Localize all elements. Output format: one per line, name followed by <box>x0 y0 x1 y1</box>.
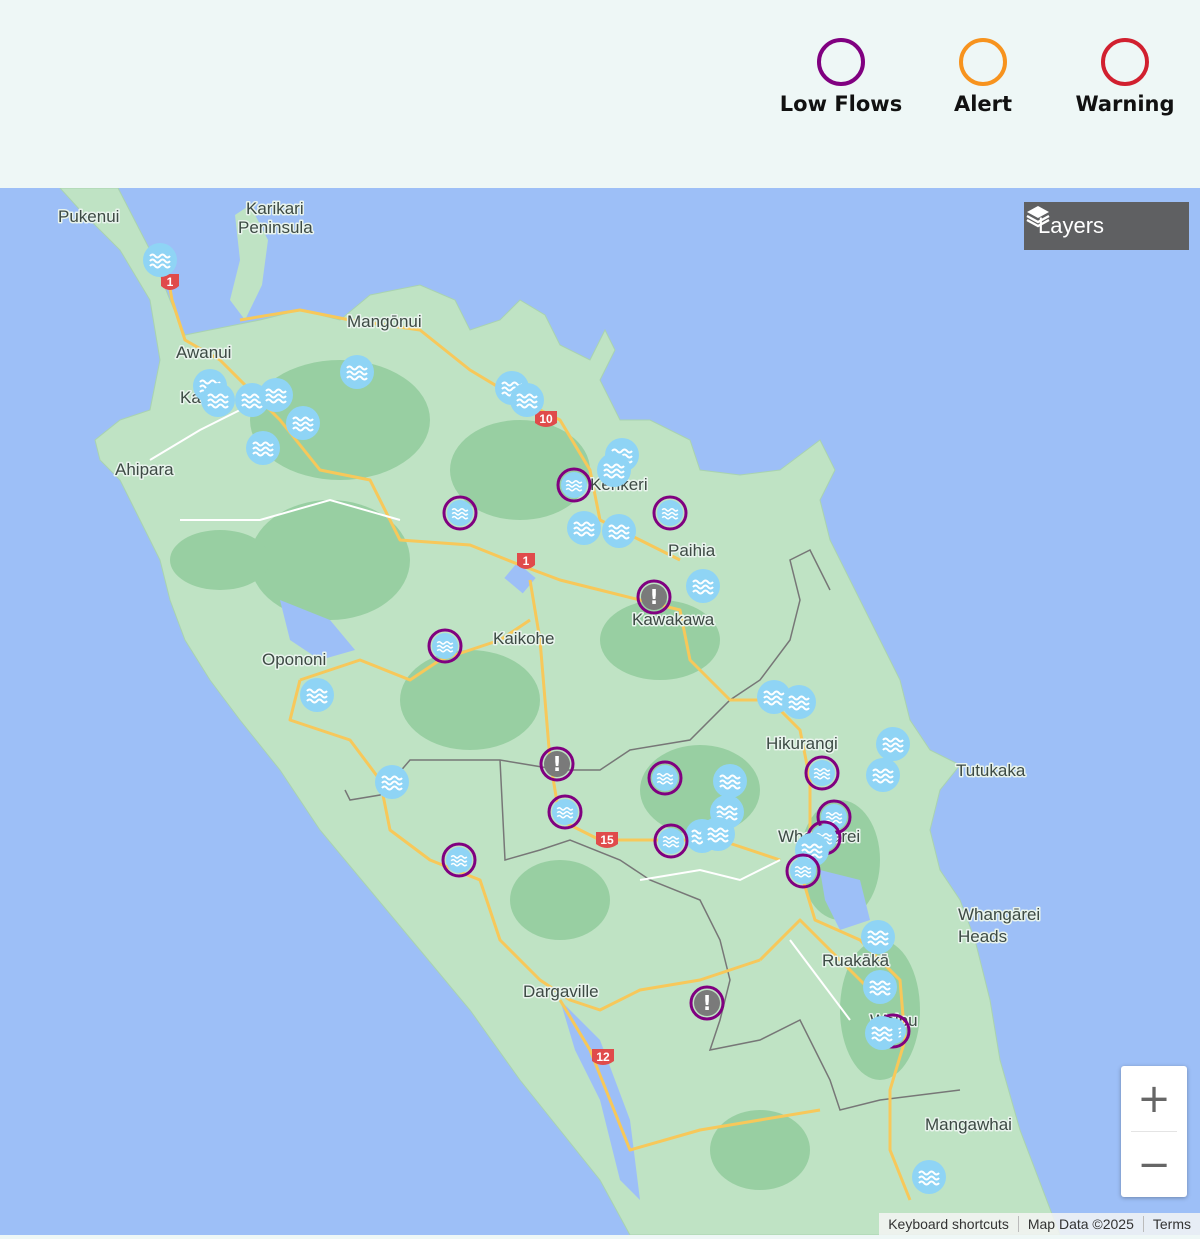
low-flow-marker-icon[interactable] <box>427 628 463 664</box>
map-attribution: Keyboard shortcuts Map Data ©2025 Terms <box>879 1213 1200 1235</box>
legend-warning: Warning <box>1055 38 1195 116</box>
legend-panel: Low Flows Alert Warning <box>0 0 1200 188</box>
low-flows-ring-icon <box>817 38 865 86</box>
keyboard-shortcuts-link[interactable]: Keyboard shortcuts <box>879 1216 1018 1232</box>
place-opononi: Opononi <box>262 650 326 669</box>
place-hikurangi: Hikurangi <box>766 734 838 753</box>
water-station-icon[interactable] <box>602 514 636 548</box>
water-station-icon[interactable] <box>300 678 334 712</box>
terms-link[interactable]: Terms <box>1142 1216 1200 1232</box>
low-flow-marker-icon[interactable] <box>547 794 583 830</box>
place-kaikohe: Kaikohe <box>493 629 554 648</box>
water-station-icon[interactable] <box>510 383 544 417</box>
water-station-icon[interactable] <box>861 920 895 954</box>
svg-text:!: ! <box>552 752 561 776</box>
place-paihia: Paihia <box>668 541 716 560</box>
route-shield-10: 10 <box>535 411 557 427</box>
warning-exclamation-icon[interactable]: ! <box>636 579 672 615</box>
water-station-icon[interactable] <box>143 243 177 277</box>
svg-text:12: 12 <box>596 1050 610 1064</box>
water-station-icon[interactable] <box>286 406 320 440</box>
zoom-out-button[interactable]: − <box>1121 1132 1187 1197</box>
water-station-icon[interactable] <box>340 355 374 389</box>
svg-text:10: 10 <box>539 412 553 426</box>
route-shield-1: 1 <box>517 553 535 569</box>
route-shield-15: 15 <box>596 832 618 848</box>
legend-alert: Alert <box>913 38 1053 116</box>
low-flow-marker-icon[interactable] <box>442 495 478 531</box>
svg-text:!: ! <box>649 585 658 609</box>
low-flow-marker-icon[interactable] <box>653 823 689 859</box>
place-karikari: Karikari <box>246 199 304 218</box>
place-whangarei-heads: Whangārei <box>958 905 1040 924</box>
warning-exclamation-icon[interactable]: ! <box>539 746 575 782</box>
svg-text:1: 1 <box>167 275 174 289</box>
svg-text:15: 15 <box>600 833 614 847</box>
zoom-controls: + − <box>1121 1066 1187 1197</box>
water-station-icon[interactable] <box>259 378 293 412</box>
layers-button[interactable]: Layers <box>1024 202 1189 250</box>
svg-text:1: 1 <box>523 554 530 568</box>
layers-icon <box>1026 206 1050 228</box>
place-dargaville: Dargaville <box>523 982 599 1001</box>
map-canvas[interactable]: Pukenui Karikari Peninsula Mangōnui Awan… <box>0 188 1200 1235</box>
place-ahipara: Ahipara <box>115 460 174 479</box>
legend-label: Low Flows <box>779 92 903 116</box>
svg-text:!: ! <box>702 991 711 1015</box>
map-data-text: Map Data ©2025 <box>1017 1216 1143 1232</box>
low-flow-marker-icon[interactable] <box>647 760 683 796</box>
legend-label: Warning <box>1075 92 1175 116</box>
warning-exclamation-icon[interactable]: ! <box>689 985 725 1021</box>
water-station-icon[interactable] <box>246 431 280 465</box>
water-station-icon[interactable] <box>876 727 910 761</box>
legend-low-flows: Low Flows <box>771 38 911 116</box>
water-station-icon[interactable] <box>713 764 747 798</box>
water-station-icon[interactable] <box>866 758 900 792</box>
place-awanui: Awanui <box>176 343 231 362</box>
low-flow-marker-icon[interactable] <box>785 853 821 889</box>
route-shield-12: 12 <box>592 1049 614 1065</box>
place-mangawhai: Mangawhai <box>925 1115 1012 1134</box>
warning-ring-icon <box>1101 38 1149 86</box>
water-station-icon[interactable] <box>201 383 235 417</box>
water-station-icon[interactable] <box>567 511 601 545</box>
place-tutukaka: Tutukaka <box>956 761 1026 780</box>
place-mangonui: Mangōnui <box>347 312 422 331</box>
water-station-icon[interactable] <box>686 569 720 603</box>
place-kawakawa: Kawakawa <box>632 610 715 629</box>
map-view[interactable]: Pukenui Karikari Peninsula Mangōnui Awan… <box>0 188 1200 1235</box>
low-flow-marker-icon[interactable] <box>652 495 688 531</box>
low-flow-marker-icon[interactable] <box>556 467 592 503</box>
water-station-icon[interactable] <box>863 970 897 1004</box>
water-station-icon[interactable] <box>597 453 631 487</box>
water-station-icon[interactable] <box>865 1016 899 1050</box>
water-station-icon[interactable] <box>701 817 735 851</box>
water-station-icon[interactable] <box>782 685 816 719</box>
place-heads: Heads <box>958 927 1007 946</box>
low-flow-marker-icon[interactable] <box>441 842 477 878</box>
zoom-in-button[interactable]: + <box>1121 1066 1187 1131</box>
alert-ring-icon <box>959 38 1007 86</box>
water-station-icon[interactable] <box>375 765 409 799</box>
water-station-icon[interactable] <box>912 1160 946 1194</box>
low-flow-marker-icon[interactable] <box>804 755 840 791</box>
place-pukenui: Pukenui <box>58 207 119 226</box>
legend-label: Alert <box>953 92 1013 116</box>
place-peninsula: Peninsula <box>238 218 313 237</box>
